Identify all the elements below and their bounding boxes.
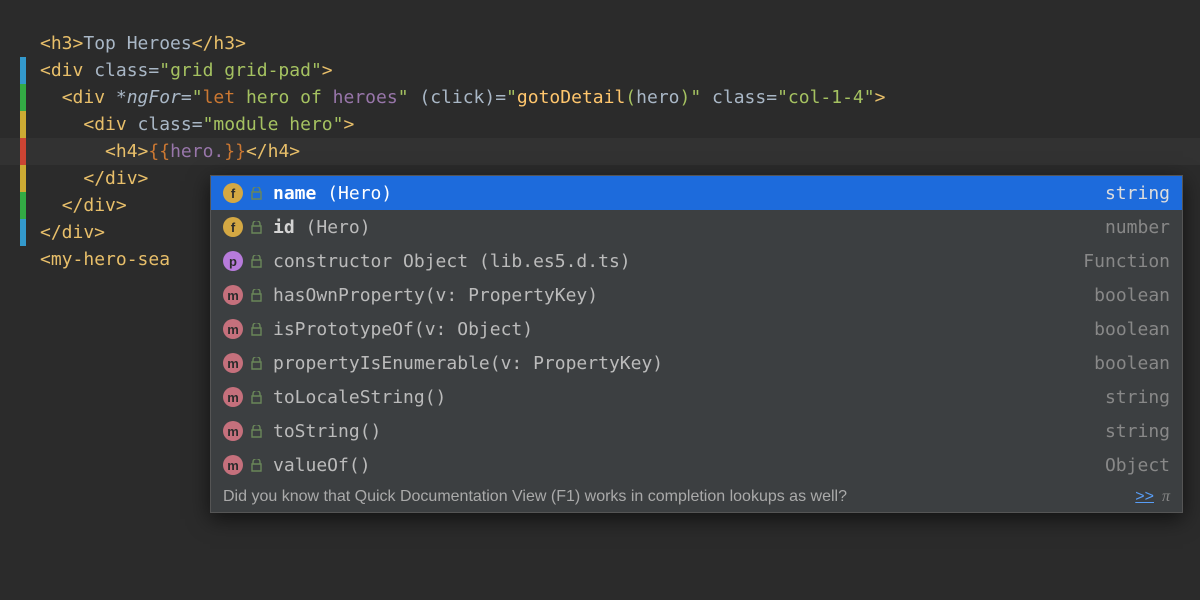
gutter-change-marker [20, 57, 26, 84]
completion-type: string [1105, 421, 1170, 442]
code-text: </div> [40, 222, 105, 243]
completion-type: string [1105, 183, 1170, 204]
completion-label: id (Hero) [273, 217, 371, 238]
code-text: </div> [40, 195, 127, 216]
completion-item[interactable]: m toString() string [211, 414, 1182, 448]
method-badge-icon: m [223, 285, 243, 305]
lock-icon [249, 390, 263, 404]
completion-label: constructor Object (lib.es5.d.ts) [273, 251, 631, 272]
completion-item[interactable]: f id (Hero) number [211, 210, 1182, 244]
completion-label: valueOf() [273, 455, 371, 476]
gutter-change-marker [20, 138, 26, 165]
lock-icon [249, 186, 263, 200]
completion-type: string [1105, 387, 1170, 408]
completion-type: Object [1105, 455, 1170, 476]
lock-icon [249, 220, 263, 234]
gutter-change-marker [20, 219, 26, 246]
method-badge-icon: m [223, 353, 243, 373]
gutter [20, 30, 26, 57]
lock-icon [249, 288, 263, 302]
lock-icon [249, 356, 263, 370]
completion-label: name (Hero) [273, 183, 392, 204]
code-text: <div *ngFor="let hero of heroes" (click)… [40, 87, 885, 108]
popup-footer: Did you know that Quick Documentation Vi… [211, 482, 1182, 512]
gutter-change-marker [20, 165, 26, 192]
method-badge-icon: m [223, 455, 243, 475]
completion-type: number [1105, 217, 1170, 238]
code-line: <div class="grid grid-pad"> [0, 57, 1200, 84]
completion-type: Function [1083, 251, 1170, 272]
method-badge-icon: m [223, 421, 243, 441]
completion-item[interactable]: m propertyIsEnumerable(v: PropertyKey) boo… [211, 346, 1182, 380]
code-text: <div class="grid grid-pad"> [40, 60, 333, 81]
method-badge-icon: m [223, 387, 243, 407]
gutter-change-marker [20, 192, 26, 219]
gutter [20, 246, 26, 273]
code-text: <h3>Top Heroes</h3> [40, 33, 246, 54]
method-badge-icon: m [223, 319, 243, 339]
completion-item[interactable]: m isPrototypeOf(v: Object) boolean [211, 312, 1182, 346]
code-line: <div class="module hero"> [0, 111, 1200, 138]
code-line: <div *ngFor="let hero of heroes" (click)… [0, 84, 1200, 111]
popup-tip-link[interactable]: >> [1135, 488, 1154, 506]
lock-icon [249, 458, 263, 472]
property-badge-icon: p [223, 251, 243, 271]
completion-label: isPrototypeOf(v: Object) [273, 319, 533, 340]
code-line: <h3>Top Heroes</h3> [0, 30, 1200, 57]
pi-icon[interactable]: π [1162, 488, 1170, 506]
code-text: <my-hero-sea [40, 249, 170, 270]
lock-icon [249, 424, 263, 438]
completion-item[interactable]: m valueOf() Object [211, 448, 1182, 482]
lock-icon [249, 322, 263, 336]
completion-item[interactable]: m toLocaleString() string [211, 380, 1182, 414]
field-badge-icon: f [223, 183, 243, 203]
code-line-active: <h4>{{hero.}}</h4> [0, 138, 1200, 165]
code-text: <div class="module hero"> [40, 114, 354, 135]
lock-icon [249, 254, 263, 268]
completion-label: hasOwnProperty(v: PropertyKey) [273, 285, 598, 306]
completion-item[interactable]: p constructor Object (lib.es5.d.ts) Functi… [211, 244, 1182, 278]
gutter-change-marker [20, 84, 26, 111]
field-badge-icon: f [223, 217, 243, 237]
completion-type: boolean [1094, 285, 1170, 306]
popup-tip-text: Did you know that Quick Documentation Vi… [223, 488, 847, 506]
gutter-change-marker [20, 111, 26, 138]
completion-type: boolean [1094, 319, 1170, 340]
code-text: </div> [40, 168, 148, 189]
completion-item[interactable]: f name (Hero) string [211, 176, 1182, 210]
completion-type: boolean [1094, 353, 1170, 374]
completion-label: toLocaleString() [273, 387, 446, 408]
code-text: <h4>{{hero.}}</h4> [40, 141, 300, 162]
completion-popup: f name (Hero) string f id (Hero) number p const… [210, 175, 1183, 513]
completion-label: propertyIsEnumerable(v: PropertyKey) [273, 353, 663, 374]
completion-item[interactable]: m hasOwnProperty(v: PropertyKey) boolean [211, 278, 1182, 312]
completion-label: toString() [273, 421, 381, 442]
